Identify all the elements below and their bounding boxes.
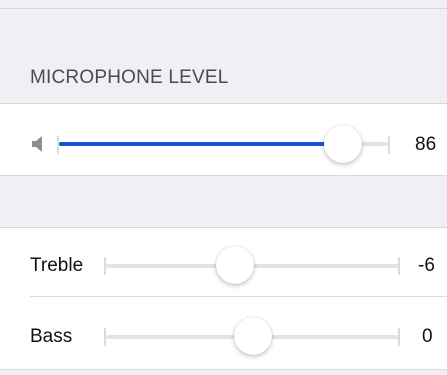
microphone-level-value: 86 xyxy=(415,134,437,155)
speaker-icon xyxy=(32,136,42,152)
eq-group-bottom-border xyxy=(0,369,447,370)
slider-thumb[interactable] xyxy=(323,125,362,163)
section-header-microphone: MICROPHONE LEVEL xyxy=(30,67,229,88)
top-divider xyxy=(0,8,447,9)
settings-page: MICROPHONE LEVEL 86 Treble -6 Bass 0 xyxy=(0,0,447,375)
microphone-level-group xyxy=(0,103,447,175)
treble-value: -6 xyxy=(418,255,435,276)
treble-max-tick xyxy=(398,257,400,275)
bass-thumb[interactable] xyxy=(233,317,272,355)
treble-thumb[interactable] xyxy=(215,246,254,284)
group-bottom-border xyxy=(0,175,447,176)
slider-max-tick xyxy=(388,136,390,154)
group-top-border xyxy=(0,103,447,104)
bass-value: 0 xyxy=(422,326,433,347)
treble-label: Treble xyxy=(30,255,84,276)
bass-max-tick xyxy=(398,328,400,346)
row-separator xyxy=(30,296,447,297)
bass-label: Bass xyxy=(30,326,73,347)
slider-fill xyxy=(59,142,343,146)
